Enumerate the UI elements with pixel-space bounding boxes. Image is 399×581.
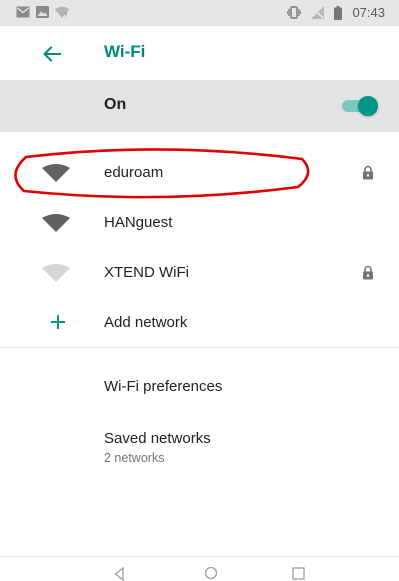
no-signal-icon — [311, 6, 325, 19]
status-time: 07:43 — [352, 5, 385, 20]
image-icon — [36, 6, 49, 18]
plus-icon — [51, 315, 65, 329]
status-left-icons: ? — [16, 6, 69, 18]
status-bar: ? 07:43 — [0, 0, 399, 26]
network-ssid: eduroam — [104, 164, 164, 181]
recents-square-icon[interactable] — [292, 567, 305, 580]
wifi-signal-full-icon — [42, 214, 70, 232]
vibrate-icon — [287, 6, 302, 19]
back-triangle-icon[interactable] — [114, 567, 124, 581]
wifi-state-label: On — [104, 96, 127, 113]
network-ssid: HANguest — [104, 214, 173, 231]
gmail-icon — [16, 6, 30, 18]
app-bar: Wi-Fi — [0, 26, 399, 80]
network-ssid: XTEND WiFi — [104, 264, 189, 281]
arrow-left-icon — [43, 46, 61, 62]
wifi-signal-weak-icon — [42, 264, 70, 282]
home-circle-icon[interactable] — [204, 566, 218, 580]
wifi-preferences-item[interactable]: Wi-Fi preferences — [0, 378, 399, 408]
status-right-icons: 07:43 — [287, 5, 385, 20]
network-item-xtend-wifi[interactable]: XTEND WiFi — [0, 248, 399, 298]
add-network-label: Add network — [104, 314, 188, 331]
battery-icon — [334, 5, 343, 20]
lock-icon — [363, 165, 373, 180]
saved-networks-label: Saved networks — [104, 430, 211, 447]
toggle-thumb — [358, 96, 378, 116]
add-network-button[interactable]: Add network — [0, 298, 399, 348]
network-item-hanguest[interactable]: HANguest — [0, 198, 399, 248]
wifi-question-icon: ? — [55, 6, 69, 18]
saved-networks-count: 2 networks — [104, 451, 165, 465]
back-button[interactable] — [40, 42, 64, 66]
saved-networks-item[interactable]: Saved networks 2 networks — [0, 430, 399, 470]
lock-icon — [363, 265, 373, 280]
network-item-eduroam[interactable]: eduroam — [0, 148, 399, 198]
wifi-preferences-label: Wi-Fi preferences — [104, 378, 223, 395]
navigation-bar — [0, 556, 399, 581]
page-title: Wi-Fi — [104, 42, 146, 61]
wifi-master-switch-row[interactable]: On — [0, 80, 399, 132]
svg-text:?: ? — [64, 13, 68, 19]
wifi-signal-full-icon — [42, 164, 70, 182]
list-divider — [0, 347, 399, 348]
wifi-toggle-switch[interactable] — [342, 96, 378, 116]
